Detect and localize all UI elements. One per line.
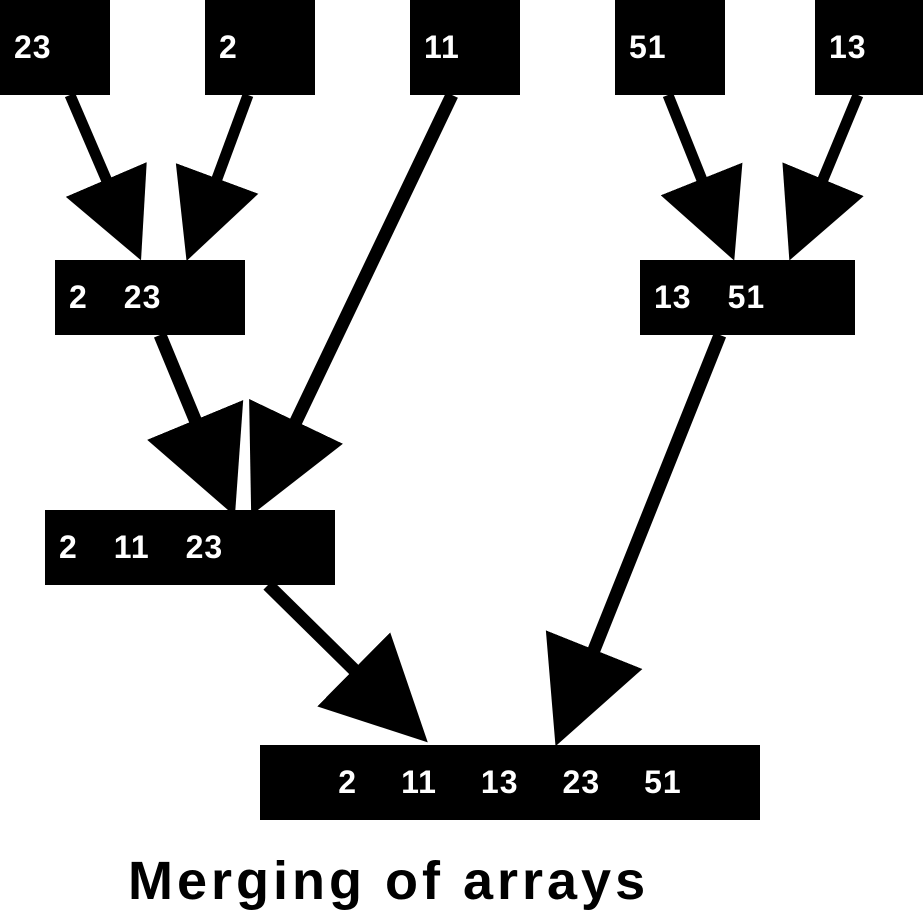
box-level0-0: 23 — [0, 0, 110, 95]
box-level1-a: 2 23 — [55, 260, 245, 335]
arrow-b-to-d — [570, 335, 720, 710]
arrow-1-to-a — [198, 95, 248, 230]
cell: 23 — [14, 29, 52, 66]
cell: 13 — [829, 29, 867, 66]
arrow-3-to-b — [668, 95, 722, 230]
box-level0-2: 11 — [410, 0, 520, 95]
cell: 23 — [563, 764, 601, 801]
box-level1-b: 13 51 — [640, 260, 855, 335]
box-level2-c: 2 11 23 — [45, 510, 335, 585]
cell: 13 — [481, 764, 519, 801]
cell: 13 — [654, 279, 692, 316]
diagram-caption: Merging of arrays — [128, 850, 649, 912]
cell: 51 — [728, 279, 766, 316]
box-level0-3: 51 — [615, 0, 725, 95]
arrow-0-to-a — [70, 95, 128, 230]
arrow-c-to-d — [268, 585, 400, 715]
arrow-a-to-c — [160, 335, 220, 480]
cell: 23 — [124, 279, 162, 316]
box-level0-1: 2 — [205, 0, 315, 95]
cell: 23 — [186, 529, 224, 566]
cell: 51 — [644, 764, 682, 801]
box-level3-d: 2 11 13 23 51 — [260, 745, 760, 820]
cell: 2 — [59, 529, 78, 566]
cell: 11 — [424, 29, 460, 66]
cell: 2 — [219, 29, 238, 66]
cell: 11 — [114, 529, 150, 566]
cell: 51 — [629, 29, 667, 66]
arrow-2-to-c — [268, 95, 452, 480]
cell: 11 — [401, 764, 437, 801]
cell: 2 — [69, 279, 88, 316]
arrow-4-to-b — [802, 95, 858, 230]
cell: 2 — [338, 764, 357, 801]
box-level0-4: 13 — [815, 0, 923, 95]
